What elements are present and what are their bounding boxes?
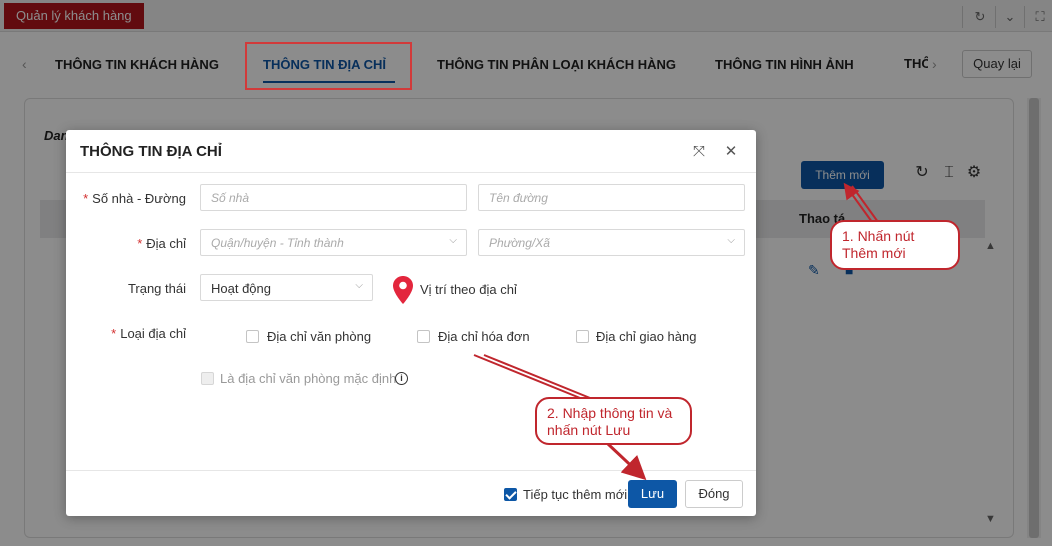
- close-icon[interactable]: ✕: [722, 143, 740, 161]
- required-mark: *: [137, 236, 143, 251]
- location-pin-icon[interactable]: [393, 276, 413, 304]
- ward-select[interactable]: Phường/Xã ⌵: [478, 229, 745, 256]
- step1-line1: 1. Nhấn nút: [842, 228, 915, 244]
- invoice-address-checkbox[interactable]: [417, 330, 430, 343]
- invoice-address-label[interactable]: Địa chỉ hóa đơn: [438, 329, 530, 344]
- status-value: Hoạt động: [211, 281, 271, 296]
- address-label-text: Địa chỉ: [146, 236, 186, 251]
- step1-line2: Thêm mới: [842, 245, 906, 261]
- chevron-down-icon: ⌵: [727, 235, 735, 246]
- chevron-down-icon: ⌵: [355, 280, 363, 291]
- street-label-text: Số nhà - Đường: [92, 191, 186, 206]
- street-field-label: * Số nhà - Đường: [66, 191, 186, 206]
- chevron-down-icon: ⌵: [449, 235, 457, 246]
- delivery-address-label[interactable]: Địa chỉ giao hàng: [596, 329, 696, 344]
- address-dialog: THÔNG TIN ĐỊA CHỈ ⤧ ✕ *Số nhà - Đường *Đ…: [66, 130, 756, 516]
- step1-callout: 1. Nhấn nút Thêm mới: [830, 220, 960, 270]
- district-placeholder: Quận/huyện - Tỉnh thành: [211, 236, 344, 250]
- step2-callout: 2. Nhập thông tin và nhấn nút Lưu: [535, 397, 692, 445]
- ward-placeholder: Phường/Xã: [489, 236, 550, 250]
- required-mark: *: [111, 326, 117, 341]
- step2-line2: nhấn nút Lưu: [547, 422, 631, 438]
- district-select[interactable]: Quận/huyện - Tỉnh thành ⌵: [200, 229, 467, 256]
- house-number-field[interactable]: [200, 184, 467, 211]
- street-name-input[interactable]: [479, 185, 744, 210]
- type-label-text: Loại địa chỉ: [120, 326, 186, 341]
- type-field-label: * Loại địa chỉ: [66, 326, 186, 341]
- active-tab-highlight: [245, 42, 412, 90]
- status-field-label: Trạng thái: [127, 281, 186, 296]
- continue-adding-checkbox[interactable]: [504, 488, 517, 501]
- expand-icon[interactable]: ⤧: [690, 143, 708, 161]
- office-address-label[interactable]: Địa chỉ văn phòng: [267, 329, 371, 344]
- close-button[interactable]: Đóng: [685, 480, 743, 508]
- default-office-checkbox[interactable]: [201, 372, 214, 385]
- default-office-label: Là địa chỉ văn phòng mặc định: [220, 371, 397, 386]
- delivery-address-checkbox[interactable]: [576, 330, 589, 343]
- info-icon[interactable]: i: [395, 372, 408, 385]
- street-name-field[interactable]: [478, 184, 745, 211]
- house-number-input[interactable]: [201, 185, 466, 210]
- required-mark: *: [83, 191, 89, 206]
- address-field-label: * Địa chỉ: [66, 236, 186, 251]
- save-button[interactable]: Lưu: [628, 480, 677, 508]
- header-divider: [66, 172, 756, 173]
- step2-line1: 2. Nhập thông tin và: [547, 405, 673, 421]
- office-address-checkbox[interactable]: [246, 330, 259, 343]
- dialog-title: THÔNG TIN ĐỊA CHỈ: [80, 143, 222, 160]
- status-select[interactable]: Hoạt động ⌵: [200, 274, 373, 301]
- continue-adding-label[interactable]: Tiếp tục thêm mới: [523, 487, 627, 502]
- location-label[interactable]: Vị trí theo địa chỉ: [420, 282, 517, 297]
- footer-divider: [66, 470, 756, 471]
